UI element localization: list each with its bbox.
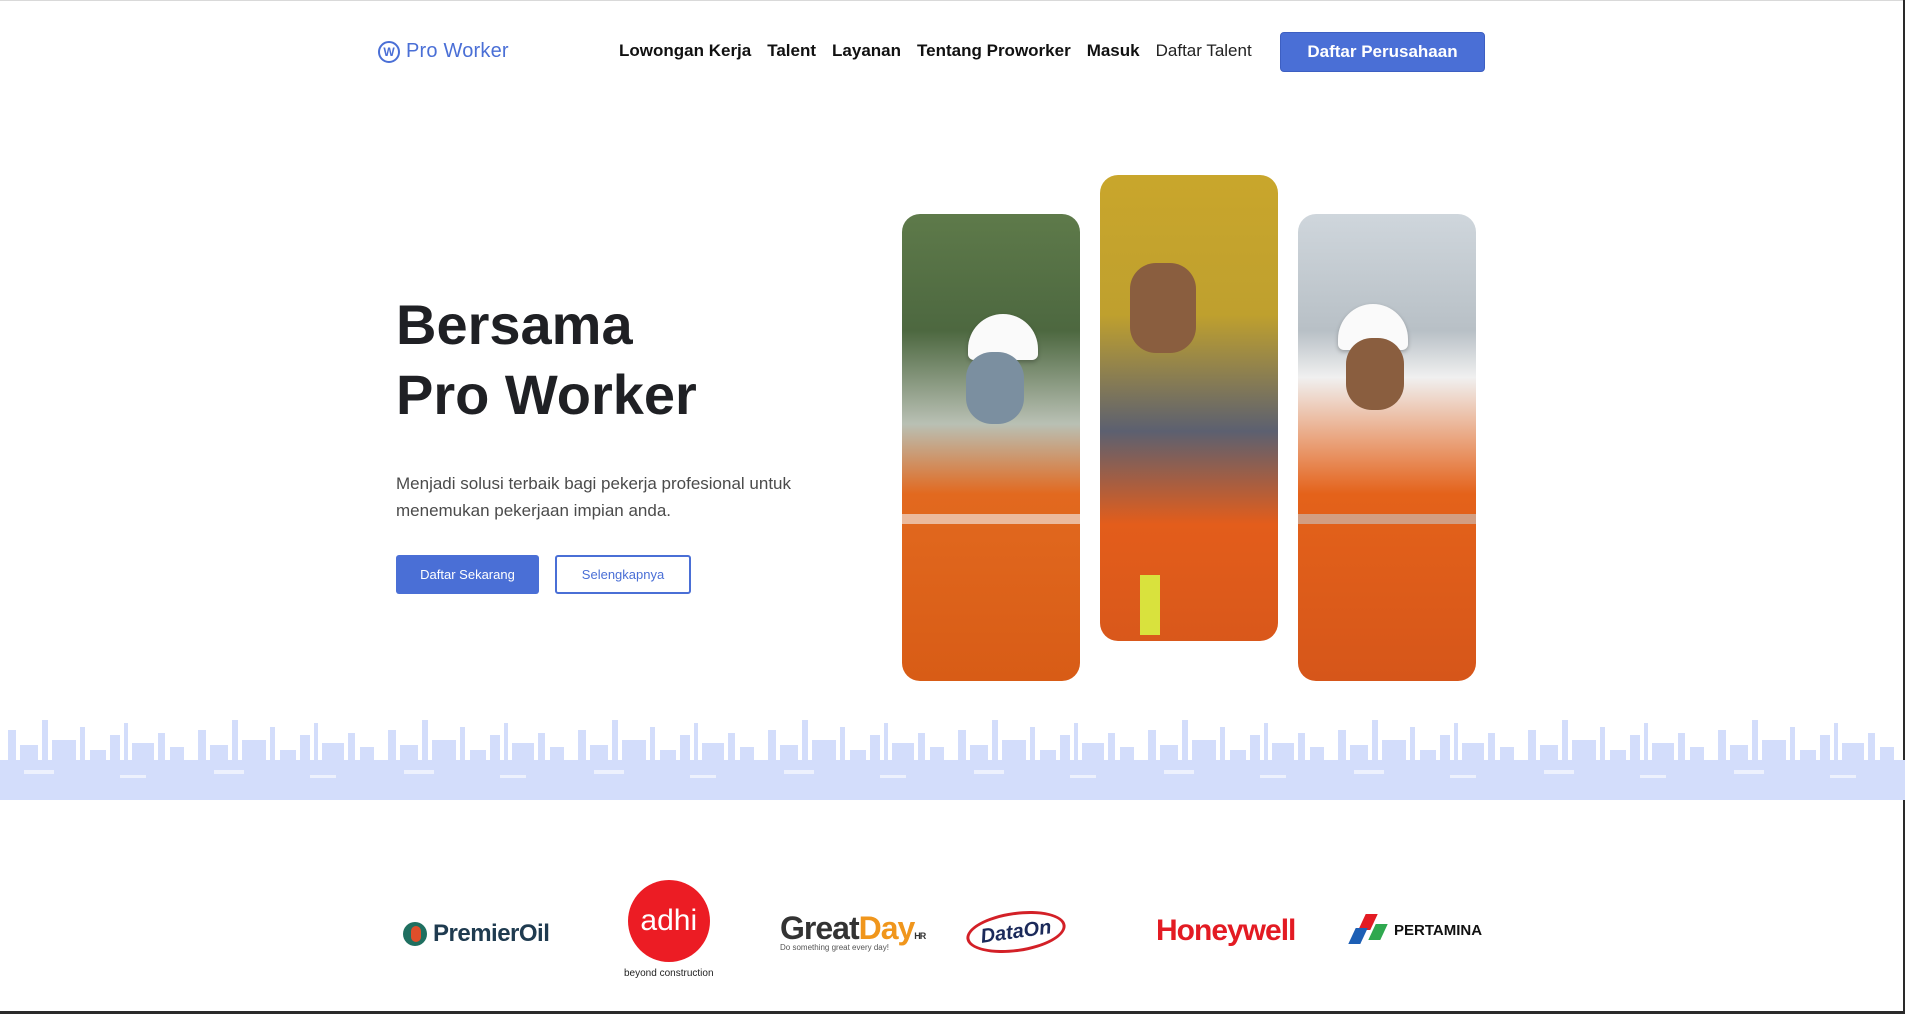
uniform-stripe: [1298, 514, 1476, 524]
nav-masuk[interactable]: Masuk: [1087, 41, 1140, 61]
daftar-perusahaan-button[interactable]: Daftar Perusahaan: [1280, 32, 1485, 72]
logo-mark-icon: W: [378, 40, 400, 63]
premieroil-logo: PremierOil: [403, 920, 550, 948]
greatday-day: Day: [858, 910, 916, 946]
nav-layanan[interactable]: Layanan: [832, 41, 901, 61]
hero-title: Bersama Pro Worker: [396, 290, 697, 430]
greatday-great: Great: [780, 910, 860, 946]
worker-photo-3: [1298, 214, 1476, 681]
worker-photo-1: [902, 214, 1080, 681]
face-shape: [1130, 263, 1196, 353]
site-logo[interactable]: W Pro Worker: [378, 40, 509, 63]
top-border: [0, 0, 1905, 5]
face-shape: [966, 352, 1024, 424]
logo-text: Pro Worker: [406, 40, 509, 62]
greatday-name: GreatDayHR: [780, 910, 926, 947]
nav-talent[interactable]: Talent: [767, 41, 816, 61]
greatday-hr: HR: [914, 931, 926, 941]
adhi-circle: adhi: [627, 880, 710, 962]
partner-logos: PremierOil adhi beyond construction Grea…: [0, 870, 1905, 990]
premieroil-name: PremierOil: [433, 920, 550, 947]
hero-title-line-1: Bersama: [396, 293, 633, 356]
hero-description: Menjadi solusi terbaik bagi pekerja prof…: [396, 474, 792, 520]
main-nav: Lowongan Kerja Talent Layanan Tentang Pr…: [619, 41, 1252, 61]
pertamina-icon: [1348, 914, 1388, 946]
dataon-name: DataOn: [979, 915, 1053, 948]
face-shape: [1346, 338, 1404, 410]
worker-photo-2: [1100, 175, 1278, 641]
adhi-tagline: beyond construction: [624, 968, 714, 979]
nav-tentang-proworker[interactable]: Tentang Proworker: [917, 41, 1071, 61]
industrial-skyline-illustration: [0, 715, 1905, 800]
hero-title-line-2: Pro Worker: [396, 363, 697, 426]
adhi-logo: adhi beyond construction: [624, 880, 714, 979]
nav-daftar-talent[interactable]: Daftar Talent: [1156, 41, 1252, 61]
pertamina-logo: PERTAMINA: [1348, 914, 1482, 946]
selengkapnya-button[interactable]: Selengkapnya: [555, 555, 691, 594]
vest-reflective-stripe: [1140, 575, 1160, 635]
dataon-logo: DataOn: [963, 905, 1069, 959]
site-header: W Pro Worker Lowongan Kerja Talent Layan…: [0, 18, 1905, 86]
uniform-stripe: [902, 514, 1080, 524]
honeywell-logo: Honeywell: [1156, 914, 1296, 947]
pertamina-name: PERTAMINA: [1394, 921, 1483, 939]
greatday-logo: GreatDayHR Do something great every day!: [780, 910, 926, 952]
daftar-sekarang-button[interactable]: Daftar Sekarang: [396, 555, 539, 594]
nav-lowongan-kerja[interactable]: Lowongan Kerja: [619, 41, 751, 61]
premieroil-icon: [403, 922, 427, 946]
greatday-tagline: Do something great every day!: [780, 943, 889, 952]
